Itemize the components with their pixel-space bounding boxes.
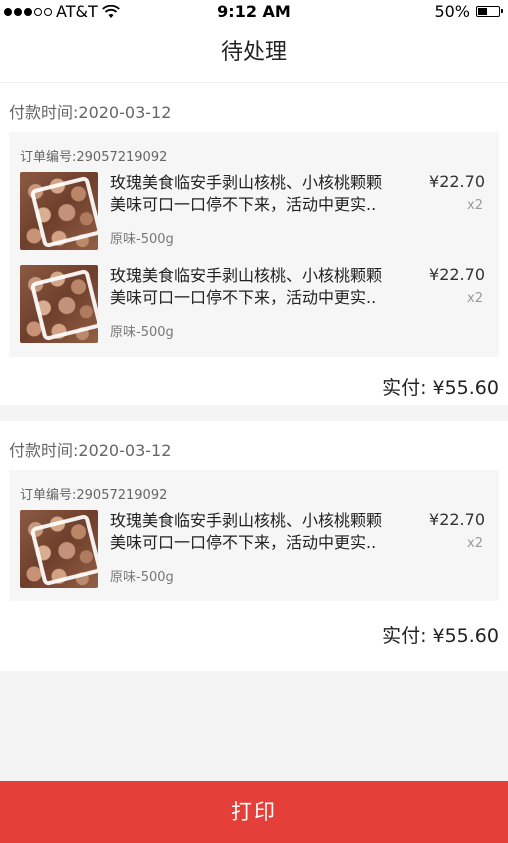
product-title: 玫瑰美食临安手剥山核桃、小核桃颗颗 美味可口一口停不下来，活动中更实.. [110,511,383,552]
pay-time: 付款时间:2020-03-12 [9,103,172,122]
order-group: 付款时间:2020-03-12 订单编号:29057219092 玫瑰美食临安手… [0,83,508,405]
order-number: 订单编号:29057219092 [20,150,168,165]
status-time: 9:12 AM [217,2,291,21]
product-item[interactable]: 玫瑰美食临安手剥山核桃、小核桃颗颗 美味可口一口停不下来，活动中更实.. 原味-… [9,510,499,592]
product-item[interactable]: 玫瑰美食临安手剥山核桃、小核桃颗颗 美味可口一口停不下来，活动中更实.. 原味-… [9,265,499,347]
status-bar: AT&T 9:12 AM 50% [0,0,508,24]
status-right: 50% [434,2,503,21]
order-group: 付款时间:2020-03-12 订单编号:29057219092 玫瑰美食临安手… [0,421,508,671]
pay-time: 付款时间:2020-03-12 [9,441,172,460]
product-thumbnail [20,265,98,343]
product-thumbnail [20,510,98,588]
product-thumbnail [20,172,98,250]
order-number: 订单编号:29057219092 [20,488,168,503]
battery-percent: 50% [434,2,470,21]
product-title: 玫瑰美食临安手剥山核桃、小核桃颗颗 美味可口一口停不下来，活动中更实.. [110,266,383,307]
product-price: ¥22.70 [429,510,485,529]
product-spec: 原味-500g [110,570,174,585]
paid-total: 实付: ¥55.60 [382,625,499,647]
battery-icon [476,6,503,17]
product-price: ¥22.70 [429,172,485,191]
product-spec: 原味-500g [110,325,174,340]
product-title: 玫瑰美食临安手剥山核桃、小核桃颗颗 美味可口一口停不下来，活动中更实.. [110,173,383,214]
product-price: ¥22.70 [429,265,485,284]
page-title: 待处理 [0,24,508,83]
order-card[interactable]: 订单编号:29057219092 玫瑰美食临安手剥山核桃、小核桃颗颗 美味可口一… [9,132,499,357]
product-spec: 原味-500g [110,232,174,247]
product-quantity: x2 [467,198,483,213]
app-screen: AT&T 9:12 AM 50% 待处理 付款时间:2020-03-12 订单编… [0,0,508,843]
order-card[interactable]: 订单编号:29057219092 玫瑰美食临安手剥山核桃、小核桃颗颗 美味可口一… [9,470,499,601]
product-quantity: x2 [467,536,483,551]
paid-total: 实付: ¥55.60 [382,377,499,399]
print-button[interactable]: 打印 [0,781,508,843]
product-quantity: x2 [467,291,483,306]
product-item[interactable]: 玫瑰美食临安手剥山核桃、小核桃颗颗 美味可口一口停不下来，活动中更实.. 原味-… [9,172,499,254]
